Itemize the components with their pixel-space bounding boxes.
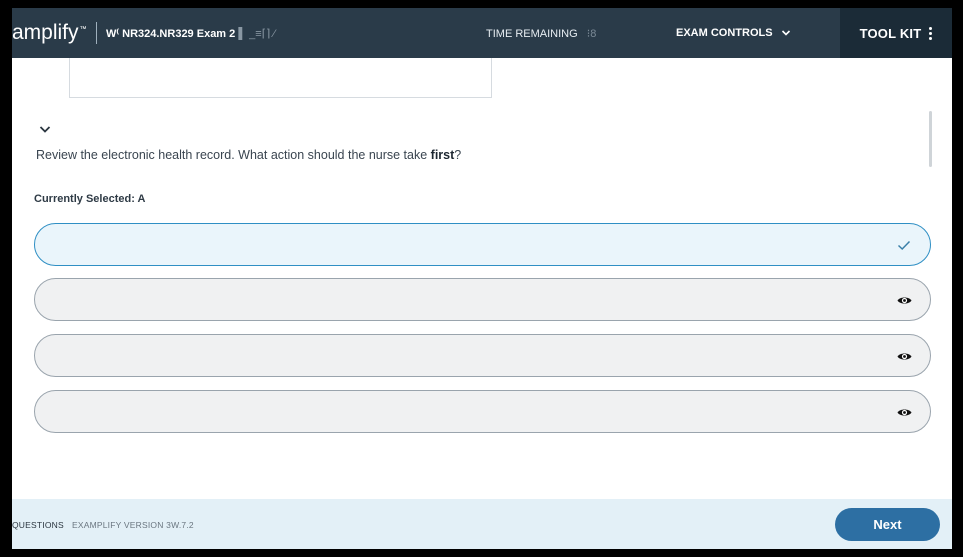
questions-link[interactable]: QUESTIONS: [12, 520, 64, 530]
exam-title-obscured: ▌ _≡⌈⌉ ⁄: [238, 27, 276, 40]
toolkit-label: TOOL KIT: [859, 25, 922, 41]
answer-option-c[interactable]: [34, 334, 931, 377]
answer-option-d[interactable]: [34, 390, 931, 433]
header-divider: [96, 22, 97, 44]
footer-bar: QUESTIONS EXAMPLIFY VERSION 3W.7.2 Next: [12, 499, 952, 549]
exam-title-text: W⁽ NR324.NR329 Exam 2: [106, 27, 236, 40]
question-stem: Review the electronic health record. Wha…: [36, 148, 461, 162]
scrollbar-thumb[interactable]: [929, 111, 932, 167]
chevron-down-icon[interactable]: [38, 122, 52, 136]
brand-name: amplify: [12, 21, 79, 44]
exam-controls-label: EXAM CONTROLS: [676, 27, 773, 39]
eye-icon[interactable]: [896, 404, 913, 421]
brand-trademark: ™: [79, 26, 87, 33]
eye-icon[interactable]: [896, 292, 913, 309]
answer-option-b[interactable]: [34, 278, 931, 321]
question-end: ?: [454, 148, 462, 162]
exam-app: amplify™ W⁽ NR324.NR329 Exam 2 ▌ _≡⌈⌉ ⁄ …: [12, 8, 952, 549]
kebab-menu-icon: [929, 26, 933, 40]
currently-selected-label: Currently Selected: A: [34, 193, 146, 205]
check-icon: [896, 237, 912, 253]
previous-content-box: [69, 58, 492, 98]
time-remaining-label: TIME REMAINING: [486, 27, 578, 40]
time-remaining-value: ⁝8: [586, 27, 597, 40]
next-button[interactable]: Next: [835, 508, 940, 541]
exam-title: W⁽ NR324.NR329 Exam 2 ▌ _≡⌈⌉ ⁄: [106, 27, 486, 40]
version-label: EXAMPLIFY VERSION 3W.7.2: [72, 520, 194, 530]
time-remaining[interactable]: TIME REMAINING ⁝8: [486, 27, 676, 40]
header-bar: amplify™ W⁽ NR324.NR329 Exam 2 ▌ _≡⌈⌉ ⁄ …: [12, 8, 952, 58]
question-text: Review the electronic health record. Wha…: [36, 148, 431, 162]
answer-option-a[interactable]: [34, 223, 931, 266]
question-emphasis: first: [430, 148, 455, 162]
chevron-down-icon: [781, 28, 791, 38]
eye-icon[interactable]: [896, 348, 913, 365]
toolkit-button[interactable]: TOOL KIT: [840, 8, 952, 58]
brand-logo: amplify™: [12, 21, 96, 45]
exam-controls-button[interactable]: EXAM CONTROLS: [676, 27, 819, 39]
